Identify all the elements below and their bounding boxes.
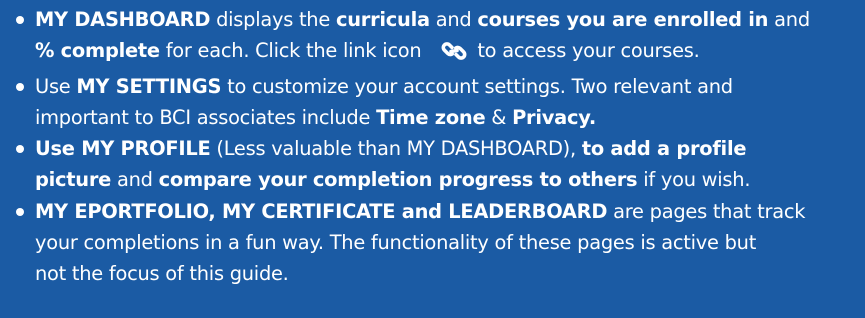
settings-label: MY SETTINGS [76, 74, 222, 98]
bullet-dot [16, 207, 24, 216]
profile-label: Use MY PROFILE [35, 137, 211, 161]
add-profile-text: to add a profile [581, 137, 747, 161]
picture-text: picture [35, 168, 112, 192]
text-span: displays the [210, 8, 336, 31]
privacy-text: Privacy. [512, 105, 596, 129]
text-span: and [768, 8, 810, 31]
time-zone-text: Time zone [376, 105, 486, 129]
text-span: (Less valuable than MY DASHBOARD), [210, 137, 582, 161]
dashboard-label: MY DASHBOARD [35, 8, 211, 31]
text-span: & [485, 105, 513, 129]
bullet-profile: Use MY PROFILE (Less valuable than MY DA… [16, 133, 855, 196]
text-span: if you wish. [637, 168, 751, 192]
percent-complete-text: % complete [35, 39, 160, 63]
bullet-dashboard: MY DASHBOARD displays the curricula and … [16, 4, 855, 71]
link-icon [441, 39, 467, 70]
eportfolio-label: MY EPORTFOLIO, MY CERTIFICATE and LEADER… [35, 199, 608, 223]
text-span: important to BCI associates include [35, 105, 377, 129]
courses-text: courses you are enrolled in [477, 8, 769, 31]
text-span: not the focus of this guide. [35, 262, 289, 286]
text-span: are pages that track [607, 199, 806, 223]
bullet-eportfolio: MY EPORTFOLIO, MY CERTIFICATE and LEADER… [16, 196, 855, 290]
text-span: to customize your account settings. Two … [221, 74, 733, 98]
text-span: your completions in a fun way. The funct… [35, 231, 757, 255]
bullet-dot [16, 82, 24, 91]
text-span: Use [35, 74, 77, 98]
compare-progress-text: compare your completion progress to othe… [158, 168, 638, 192]
curricula-text: curricula [335, 8, 430, 31]
guide-panel: MY DASHBOARD displays the curricula and … [0, 0, 865, 318]
text-span: and [111, 168, 159, 192]
bullet-dot [16, 145, 24, 154]
text-span: to access your courses. [477, 39, 700, 63]
text-span: for each. Click the link icon [159, 39, 428, 63]
text-span: and [429, 8, 478, 31]
bullet-list: MY DASHBOARD displays the curricula and … [16, 4, 855, 290]
bullet-settings: Use MY SETTINGS to customize your accoun… [16, 71, 855, 134]
bullet-dot [16, 16, 24, 24]
